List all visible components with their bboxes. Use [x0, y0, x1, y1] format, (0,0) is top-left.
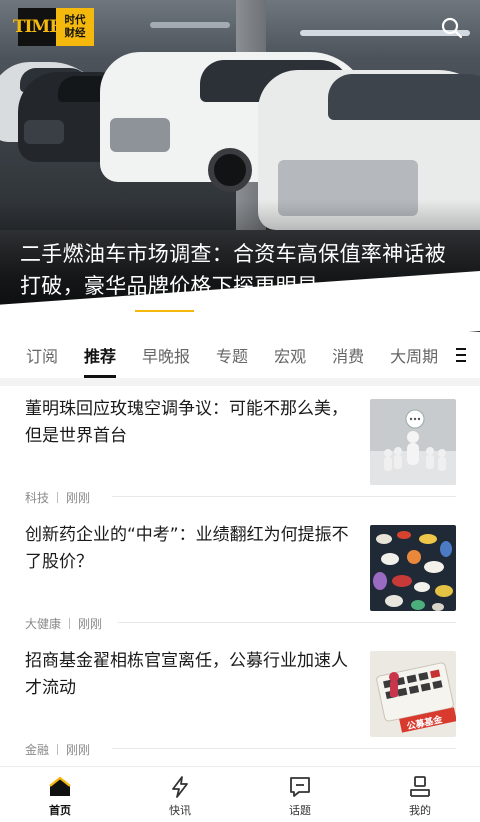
logo-line-1: 时代	[64, 14, 86, 26]
logo-mark: TIME	[13, 8, 62, 46]
nav-label: 快讯	[169, 804, 191, 817]
news-meta: 金融 刚刚	[25, 741, 90, 758]
tab-1[interactable]: 推荐	[84, 332, 117, 378]
news-category[interactable]: 金融	[25, 741, 49, 758]
hero-banner[interactable]: TIME 时代 财经 二手燃油车市场调查：合资车高保值率神话被打破，豪华品牌价格…	[0, 0, 480, 332]
lightning-icon	[172, 776, 188, 798]
menu-icon[interactable]	[456, 332, 480, 378]
tab-2[interactable]: 早晚报	[142, 332, 190, 378]
calculator-image[interactable]: 公募基金	[370, 651, 456, 737]
news-time: 刚刚	[66, 743, 91, 757]
news-item[interactable]: 董明珠回应玫瑰空调争议：可能不那么美，但是世界首台 科技 刚刚	[0, 386, 480, 512]
home-icon	[49, 776, 71, 796]
nav-label: 首页	[49, 804, 71, 817]
item-divider	[112, 496, 456, 497]
topic-icon	[290, 777, 310, 797]
nav-label: 话题	[289, 804, 311, 817]
carousel-progress	[135, 310, 194, 312]
carousel-indicator	[135, 310, 461, 312]
search-icon[interactable]	[440, 16, 464, 40]
news-time: 刚刚	[78, 617, 103, 631]
news-title[interactable]: 创新药企业的“中考”：业绩翻红为何提振不了股价？	[25, 522, 355, 576]
profile-icon	[410, 776, 430, 797]
news-meta: 大健康 刚刚	[25, 615, 102, 632]
news-meta: 科技 刚刚	[25, 489, 90, 506]
news-title[interactable]: 董明珠回应玫瑰空调争议：可能不那么美，但是世界首台	[25, 396, 355, 450]
news-item[interactable]: 招商基金翟相栋官宣离任，公募行业加速人才流动 公募基金 金融 刚刚	[0, 638, 480, 764]
nav-label: 我的	[409, 804, 431, 817]
news-category[interactable]: 大健康	[25, 615, 61, 632]
ceiling-light	[150, 22, 230, 28]
category-tabs: 订阅 推荐 早晚报 专题 宏观 消费 大周期	[0, 332, 480, 378]
meta-separator	[57, 492, 59, 503]
nav-home[interactable]: 首页	[0, 767, 120, 822]
section-divider	[0, 378, 480, 386]
meta-separator	[57, 744, 59, 755]
news-title[interactable]: 招商基金翟相栋官宣离任，公募行业加速人才流动	[25, 648, 355, 702]
item-divider	[118, 622, 456, 623]
news-item[interactable]: 创新药企业的“中考”：业绩翻红为何提振不了股价？ 大健康 刚刚	[0, 512, 480, 638]
item-divider	[112, 748, 456, 749]
tab-0[interactable]: 订阅	[26, 332, 58, 378]
pills-image[interactable]	[370, 525, 456, 611]
figurines-image[interactable]	[370, 399, 456, 485]
logo-line-2: 财经	[64, 27, 86, 39]
logo-wordmark: 时代 财经	[56, 8, 94, 46]
nav-flash[interactable]: 快讯	[120, 767, 240, 822]
app-logo: TIME 时代 财经	[13, 8, 94, 46]
news-time: 刚刚	[66, 491, 91, 505]
meta-separator	[69, 618, 71, 629]
news-category[interactable]: 科技	[25, 489, 49, 506]
tab-5[interactable]: 消费	[332, 332, 364, 378]
tab-6[interactable]: 大周期	[390, 332, 438, 378]
bottom-nav: 首页 快讯 话题 我的	[0, 766, 480, 822]
tab-4[interactable]: 宏观	[274, 332, 306, 378]
nav-profile[interactable]: 我的	[360, 767, 480, 822]
tab-3[interactable]: 专题	[216, 332, 248, 378]
nav-topic[interactable]: 话题	[240, 767, 360, 822]
